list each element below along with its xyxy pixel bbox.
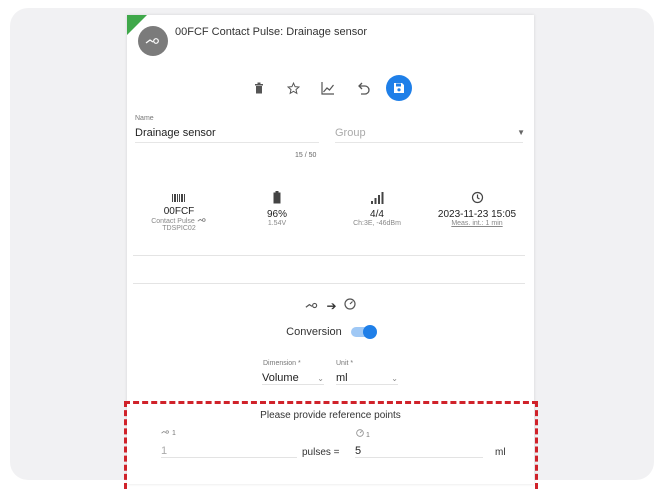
pulse-icon [197,218,206,222]
history-icon [425,191,529,209]
conversion-toggle[interactable] [350,325,377,340]
pulse-sensor-icon [145,38,159,44]
pulse-icon [305,302,318,309]
trash-icon [255,82,263,94]
name-char-counter: 15 / 50 [295,152,317,159]
last-measurement-time: 2023-11-23 15:05 [437,209,517,220]
battery-icon [237,191,317,209]
battery-voltage: 1.54V [267,220,287,227]
gauge-icon [344,298,356,310]
arrow-right-icon: ➔ [326,299,337,313]
sensor-avatar [138,26,168,56]
action-toolbar [127,75,534,101]
group-select[interactable]: Group ▼ [335,127,525,143]
undo-button[interactable] [351,75,377,101]
chevron-down-icon: ▼ [517,128,525,137]
conversion-label: Conversion [286,326,342,338]
chart-button[interactable] [315,75,341,101]
delete-button[interactable] [246,75,272,101]
dimension-label: Dimension * [263,360,301,367]
measurement-interval-link[interactable]: Meas. int.: 1 min [425,220,529,227]
signal-detail: Ch:3E, -46dBm [353,220,401,227]
signal-icon [333,191,421,209]
device-model: TDSPIC02 [162,225,196,232]
save-button[interactable] [386,75,412,101]
divider [133,255,525,256]
battery-percent: 96% [266,209,287,220]
divider [133,283,525,284]
stat-last-measurement: 2023-11-23 15:05 Meas. int.: 1 min [425,191,529,227]
conversion-symbol-row: ➔ [127,297,534,315]
star-icon [286,81,300,94]
page-title: 00FCF Contact Pulse: Drainage sensor [175,26,367,38]
stat-device-id: 00FCF Contact Pulse TDSPIC02 [133,193,225,232]
highlight-frame [124,401,538,489]
barcode-icon [133,193,225,203]
device-id: 00FCF [163,206,195,217]
name-field[interactable]: Drainage sensor [135,127,319,143]
stat-signal: 4/4 Ch:3E, -46dBm [333,191,421,227]
device-type: Contact Pulse [133,217,225,225]
signal-value: 4/4 [370,209,384,220]
undo-icon [358,82,370,95]
favorite-button[interactable] [280,75,306,101]
save-icon [394,83,404,93]
name-label: Name [135,115,154,122]
stat-battery: 96% 1.54V [237,191,317,227]
unit-label: Unit * [336,360,354,367]
chart-icon [321,81,334,95]
chevron-down-icon: ⌄ [317,374,324,383]
chevron-down-icon: ⌄ [391,374,398,383]
group-placeholder: Group [335,127,366,139]
unit-select[interactable]: ml ⌄ [336,372,398,385]
dimension-select[interactable]: Volume ⌄ [262,372,324,385]
conversion-toggle-row: Conversion [127,325,534,340]
